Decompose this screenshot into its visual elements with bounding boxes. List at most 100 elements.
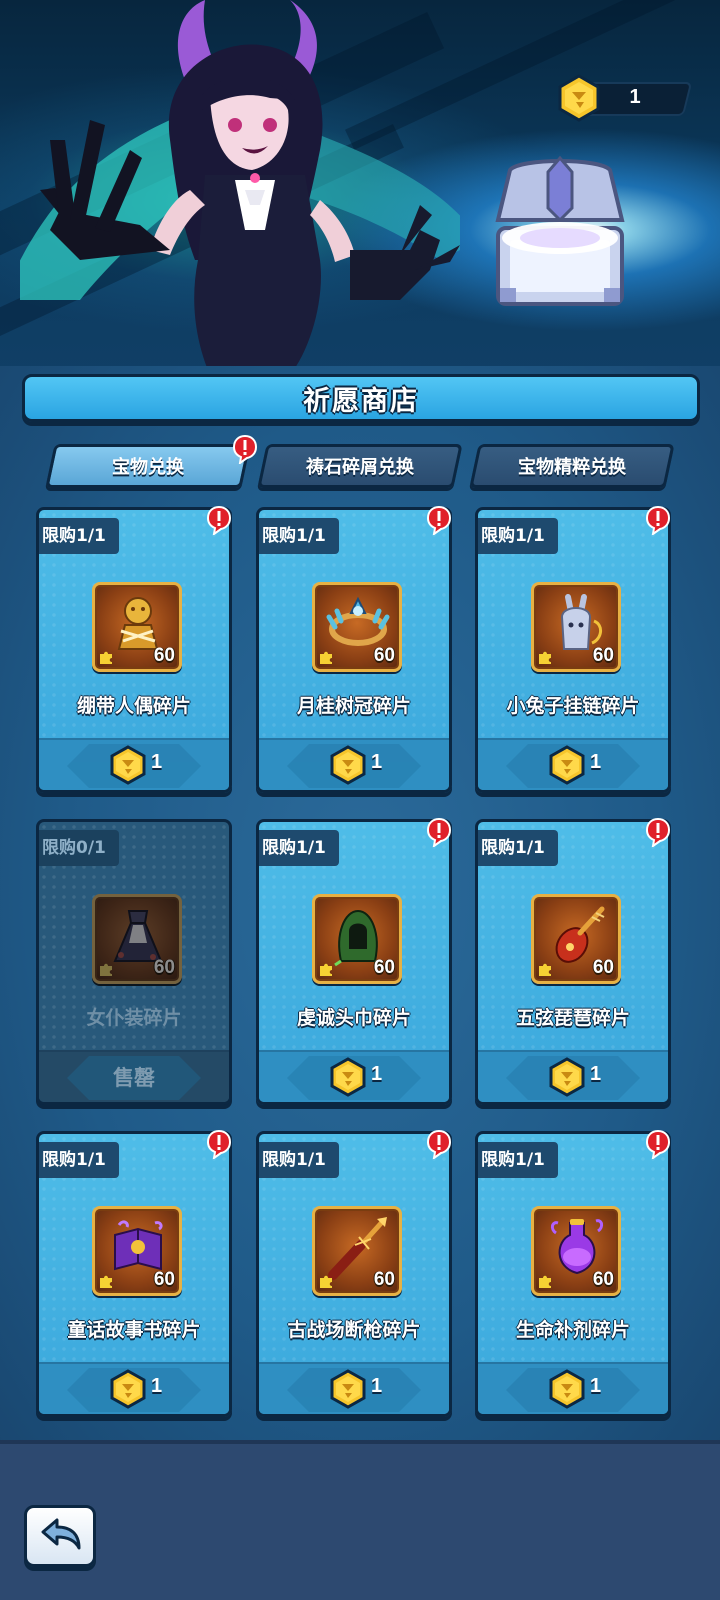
- puzzle-piece-icon: [100, 651, 112, 664]
- puzzle-piece-icon: [100, 1275, 112, 1288]
- purchase-limit: 限购1/1: [39, 1142, 119, 1178]
- puzzle-piece-icon: [539, 963, 551, 976]
- wish-coin-icon: [330, 1369, 366, 1409]
- alert-badge-icon: [426, 817, 452, 847]
- puzzle-piece-icon: [320, 651, 332, 664]
- fragment-quantity: 60: [153, 957, 175, 978]
- footer-bar: [0, 1440, 720, 1600]
- sold-out-label: 售罄: [113, 1066, 155, 1090]
- fragment-quantity: 60: [592, 957, 614, 978]
- wish-coin-icon: [558, 74, 600, 122]
- purchase-limit: 限购1/1: [478, 830, 558, 866]
- item-name: 虔诚头巾碎片: [296, 1007, 411, 1029]
- item-name: 小兔子挂链碎片: [506, 695, 640, 717]
- puzzle-piece-icon: [539, 651, 551, 664]
- tab-label: 宝物精粹兑换: [518, 457, 626, 478]
- fragment-quantity: 60: [592, 645, 614, 666]
- item-icon-frame: 60: [92, 582, 182, 672]
- shop-item-card-7[interactable]: 限购1/1 60 童话故事书碎片 1: [36, 1131, 232, 1417]
- wish-coin-icon: [549, 1369, 585, 1409]
- fragment-quantity: 60: [592, 1269, 614, 1290]
- price-area[interactable]: 1: [259, 1362, 449, 1414]
- item-name: 绷带人偶碎片: [76, 695, 191, 717]
- currency-amount: 1: [629, 86, 641, 108]
- treasure-chest-icon: [495, 155, 625, 306]
- price-area[interactable]: 1: [478, 738, 668, 790]
- price-value: 1: [590, 1375, 602, 1397]
- purchase-limit: 限购1/1: [259, 1142, 339, 1178]
- item-icon-frame: 60: [531, 1206, 621, 1296]
- back-button[interactable]: [24, 1505, 96, 1567]
- price-value: 1: [371, 1375, 383, 1397]
- alert-badge-icon: [426, 505, 452, 535]
- hero-banner: 1: [0, 0, 720, 375]
- wish-coin-icon: [110, 745, 146, 785]
- purchase-limit: 限购1/1: [478, 518, 558, 554]
- puzzle-piece-icon: [320, 1275, 332, 1288]
- wish-coin-icon: [549, 745, 585, 785]
- shop-item-card-4[interactable]: 限购0/1 60 女仆装碎片 售罄: [36, 819, 232, 1105]
- price-area[interactable]: 1: [39, 738, 229, 790]
- shop-item-card-1[interactable]: 限购1/1 60 绷带人偶碎片 1: [36, 507, 232, 793]
- tab-stone-shard-exchange[interactable]: 祷石碎屑兑换: [257, 444, 463, 488]
- shop-item-card-5[interactable]: 限购1/1 60 虔诚头巾碎片 1: [256, 819, 452, 1105]
- price-area[interactable]: 1: [259, 1050, 449, 1102]
- item-name: 童话故事书碎片: [67, 1319, 201, 1341]
- fragment-quantity: 60: [153, 645, 175, 666]
- price-value: 1: [590, 751, 602, 773]
- shop-item-card-6[interactable]: 限购1/1 60 五弦琵琶碎片 1: [475, 819, 671, 1105]
- purchase-limit: 限购1/1: [259, 518, 339, 554]
- alert-badge-icon: [645, 505, 671, 535]
- character-illustration: [20, 0, 460, 375]
- item-icon-frame: 60: [92, 894, 182, 984]
- shop-item-card-2[interactable]: 限购1/1 60 月桂树冠碎片 1: [256, 507, 452, 793]
- price-area[interactable]: 1: [39, 1362, 229, 1414]
- shop-item-card-9[interactable]: 限购1/1 60 生命补剂碎片 1: [475, 1131, 671, 1417]
- shop-item-card-8[interactable]: 限购1/1 60 古战场断枪碎片 1: [256, 1131, 452, 1417]
- purchase-limit: 限购1/1: [259, 830, 339, 866]
- price-value: 1: [590, 1063, 602, 1085]
- shop-item-card-3[interactable]: 限购1/1 60 小兔子挂链碎片 1: [475, 507, 671, 793]
- item-name: 女仆装碎片: [86, 1007, 182, 1029]
- price-value: 1: [151, 751, 163, 773]
- alert-badge-icon: [206, 1129, 232, 1159]
- wish-coin-icon: [110, 1369, 146, 1409]
- item-name: 五弦琵琶碎片: [515, 1007, 630, 1029]
- purchase-limit: 限购0/1: [39, 830, 119, 866]
- price-area[interactable]: 1: [478, 1050, 668, 1102]
- wish-coin-icon: [330, 1057, 366, 1097]
- item-icon-frame: 60: [92, 1206, 182, 1296]
- alert-badge-icon: [206, 505, 232, 535]
- price-value: 1: [371, 751, 383, 773]
- tab-treasure-exchange[interactable]: 宝物兑换: [45, 444, 251, 488]
- alert-badge-icon: [426, 1129, 452, 1159]
- price-area[interactable]: 1: [259, 738, 449, 790]
- price-area[interactable]: 1: [478, 1362, 668, 1414]
- shop-title-bar: 祈愿商店: [22, 374, 700, 422]
- price-value: 1: [371, 1063, 383, 1085]
- item-icon-frame: 60: [531, 894, 621, 984]
- tab-treasure-essence-exchange[interactable]: 宝物精粹兑换: [469, 444, 675, 488]
- page-title: 祈愿商店: [303, 385, 419, 417]
- purchase-limit: 限购1/1: [478, 1142, 558, 1178]
- puzzle-piece-icon: [539, 1275, 551, 1288]
- fragment-quantity: 60: [373, 957, 395, 978]
- fragment-quantity: 60: [373, 1269, 395, 1290]
- item-name: 生命补剂碎片: [515, 1319, 630, 1341]
- fragment-quantity: 60: [153, 1269, 175, 1290]
- item-icon-frame: 60: [531, 582, 621, 672]
- purchase-limit: 限购1/1: [39, 518, 119, 554]
- item-name: 古战场断枪碎片: [287, 1319, 421, 1341]
- tab-label: 祷石碎屑兑换: [306, 457, 414, 478]
- alert-badge-icon: [645, 1129, 671, 1159]
- item-icon-frame: 60: [312, 894, 402, 984]
- wish-coin-icon: [549, 1057, 585, 1097]
- wish-coin-icon: [330, 745, 366, 785]
- alert-badge-icon: [232, 434, 258, 464]
- puzzle-piece-icon: [100, 963, 112, 976]
- tab-label: 宝物兑换: [112, 457, 184, 478]
- price-value: 1: [151, 1375, 163, 1397]
- item-icon-frame: 60: [312, 582, 402, 672]
- fragment-quantity: 60: [373, 645, 395, 666]
- item-name: 月桂树冠碎片: [296, 695, 411, 717]
